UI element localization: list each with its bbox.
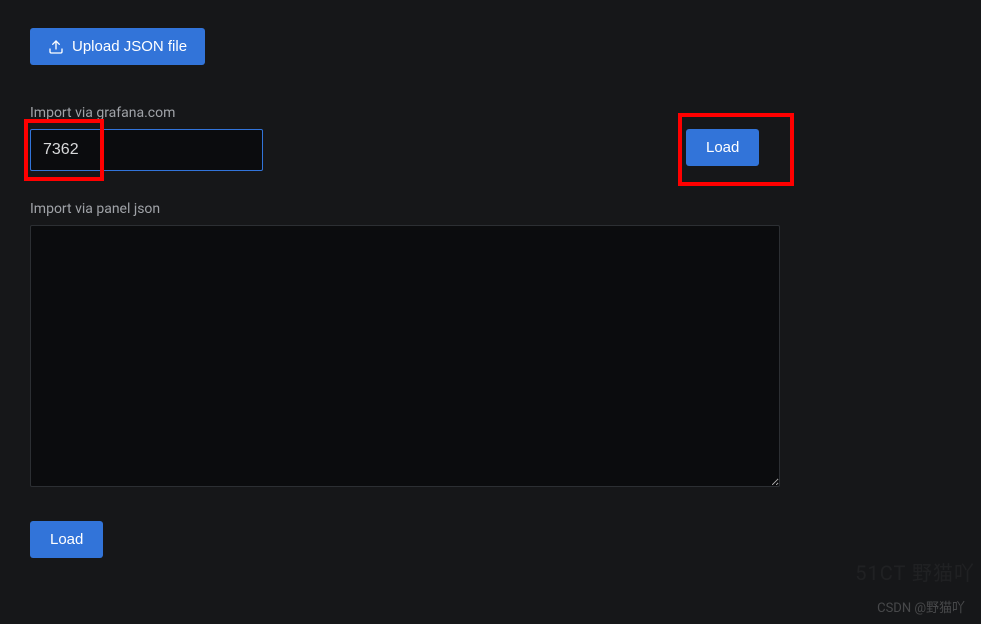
upload-icon [48, 39, 64, 55]
panel-json-textarea[interactable] [30, 225, 780, 487]
import-panel-json-label: Import via panel json [30, 201, 951, 217]
load-panel-json-button-label: Load [50, 531, 83, 548]
upload-json-button[interactable]: Upload JSON file [30, 28, 205, 65]
load-grafana-button[interactable]: Load [686, 129, 759, 166]
import-grafana-label: Import via grafana.com [30, 105, 951, 121]
upload-json-button-label: Upload JSON file [72, 38, 187, 55]
watermark-text: CSDN @野猫吖 [877, 597, 965, 616]
load-grafana-button-label: Load [706, 139, 739, 156]
load-panel-json-button[interactable]: Load [30, 521, 103, 558]
grafana-id-input[interactable] [30, 129, 263, 171]
